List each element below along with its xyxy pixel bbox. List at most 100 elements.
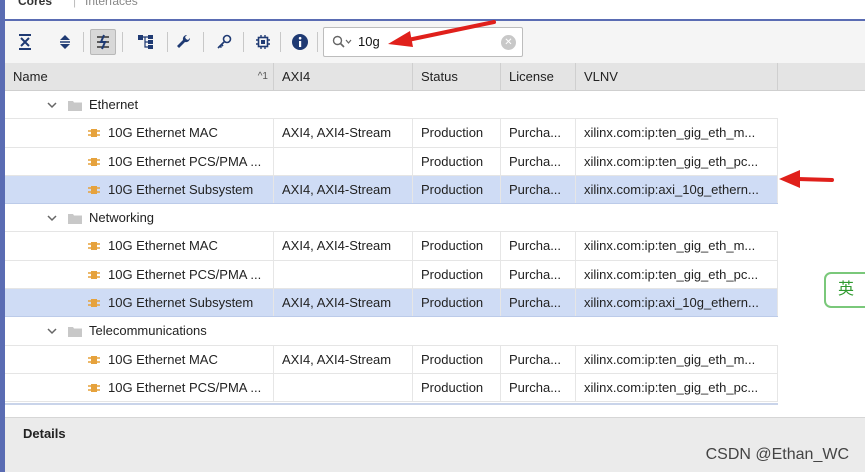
column-header-axi4[interactable]: AXI4	[274, 63, 413, 91]
group-label: Ethernet	[89, 97, 139, 112]
cell-status: Production	[413, 345, 501, 373]
column-header-name[interactable]: Name ^1	[5, 63, 274, 91]
folder-icon	[68, 214, 82, 225]
customize-button[interactable]	[171, 29, 197, 55]
column-label: Name	[13, 69, 48, 84]
cell-vlnv: xilinx.com:ip:axi_10g_ethern...	[576, 289, 778, 317]
hierarchy-icon	[138, 35, 153, 49]
ip-catalog-table: Name ^1 AXI4 Status License VLNV Etherne…	[5, 63, 778, 403]
cell-name: 10G Ethernet Subsystem	[100, 289, 274, 317]
table-row[interactable]: 10G Ethernet MAC AXI4, AXI4-Stream Product…	[5, 119, 778, 148]
cell-license: Purcha...	[501, 289, 576, 317]
cell-license: Purcha...	[501, 260, 576, 289]
search-input[interactable]: 10g	[358, 34, 380, 49]
table-row[interactable]: 10G Ethernet Subsystem AXI4, AXI4-Stream P…	[5, 289, 778, 318]
table-bottom-border	[5, 403, 778, 405]
chevron-down-icon[interactable]	[47, 213, 57, 223]
ip-core-icon	[88, 355, 100, 364]
cell-license: Purcha...	[501, 373, 576, 402]
details-title: Details	[23, 426, 66, 441]
cell-vlnv: xilinx.com:ip:ten_gig_eth_m...	[576, 345, 778, 373]
group-row[interactable]: Networking	[5, 204, 778, 233]
cell-name: 10G Ethernet MAC	[100, 345, 274, 373]
clear-search-icon[interactable]: ✕	[501, 35, 516, 50]
hierarchy-button[interactable]	[133, 29, 159, 55]
ip-core-icon	[88, 270, 100, 279]
table-row[interactable]: 10G Ethernet PCS/PMA ... Production Purcha…	[5, 260, 778, 290]
ip-core-icon	[88, 383, 100, 392]
cell-status: Production	[413, 260, 501, 289]
table-row[interactable]: 10G Ethernet MAC AXI4, AXI4-Stream Product…	[5, 345, 778, 374]
cell-vlnv: xilinx.com:ip:ten_gig_eth_pc...	[576, 260, 778, 289]
table-row[interactable]: 10G Ethernet Subsystem AXI4, AXI4-Stream P…	[5, 175, 778, 205]
folder-icon	[68, 101, 82, 111]
chip-icon	[256, 35, 270, 49]
device-button[interactable]	[250, 29, 276, 55]
cell-name: 10G Ethernet PCS/PMA ...	[100, 147, 274, 175]
key-button[interactable]	[211, 29, 237, 55]
key-icon	[217, 34, 232, 49]
search-field[interactable]: 10g ✕	[323, 27, 523, 57]
collapse-all-icon	[19, 34, 31, 50]
cell-license: Purcha...	[501, 232, 576, 260]
cell-license: Purcha...	[501, 119, 576, 147]
filter-icon	[97, 34, 109, 50]
ime-indicator[interactable]: 英	[824, 272, 865, 308]
cell-name: 10G Ethernet Subsystem	[100, 175, 274, 204]
ip-core-icon	[88, 157, 100, 166]
cell-name: 10G Ethernet PCS/PMA ...	[100, 260, 274, 289]
ip-core-icon	[88, 185, 100, 194]
group-label: Networking	[89, 210, 155, 226]
cell-vlnv: xilinx.com:ip:ten_gig_eth_pc...	[576, 147, 778, 175]
cell-status: Production	[413, 119, 501, 147]
cell-axi4	[274, 373, 413, 402]
column-header-license[interactable]: License	[501, 63, 576, 91]
sort-indicator: ^1	[257, 71, 268, 82]
filter-toggle-button[interactable]	[90, 29, 116, 55]
group-row[interactable]: Ethernet	[5, 91, 778, 120]
ip-core-icon	[88, 242, 100, 251]
cell-vlnv: xilinx.com:ip:ten_gig_eth_m...	[576, 232, 778, 260]
tab-separator: |	[73, 0, 77, 8]
info-button[interactable]	[287, 29, 313, 55]
search-icon	[332, 35, 352, 48]
cell-axi4: AXI4, AXI4-Stream	[274, 232, 413, 260]
cell-status: Production	[413, 373, 501, 402]
column-header-status[interactable]: Status	[413, 63, 501, 91]
folder-icon	[68, 327, 82, 338]
cell-status: Production	[413, 175, 501, 204]
group-row[interactable]: Telecommunications	[5, 317, 778, 346]
cell-license: Purcha...	[501, 147, 576, 175]
cell-axi4	[274, 260, 413, 289]
table-row[interactable]: 10G Ethernet MAC AXI4, AXI4-Stream Product…	[5, 232, 778, 261]
cell-vlnv: xilinx.com:ip:ten_gig_eth_m...	[576, 119, 778, 147]
group-label: Telecommunications	[89, 323, 207, 339]
cell-vlnv: xilinx.com:ip:ten_gig_eth_pc...	[576, 373, 778, 402]
cell-axi4: AXI4, AXI4-Stream	[274, 289, 413, 317]
toolbar: 10g ✕	[5, 21, 865, 63]
wrench-icon	[177, 34, 191, 48]
cell-vlnv: xilinx.com:ip:axi_10g_ethern...	[576, 175, 778, 204]
annotation-arrow-row	[779, 170, 834, 188]
info-icon	[292, 34, 308, 50]
table-header: Name ^1 AXI4 Status License VLNV	[5, 63, 778, 91]
cell-axi4: AXI4, AXI4-Stream	[274, 345, 413, 373]
tab-cores[interactable]: Cores	[18, 0, 52, 8]
cell-name: 10G Ethernet PCS/PMA ...	[100, 373, 274, 402]
table-row[interactable]: 10G Ethernet PCS/PMA ... Production Purcha…	[5, 147, 778, 176]
ip-core-icon	[88, 129, 100, 138]
tab-interfaces[interactable]: Interfaces	[85, 0, 138, 8]
cell-name: 10G Ethernet MAC	[100, 119, 274, 147]
tab-bar: Cores | Interfaces	[5, 0, 865, 18]
expand-all-icon	[60, 35, 70, 49]
table-row[interactable]: 10G Ethernet PCS/PMA ... Production Purcha…	[5, 373, 778, 403]
table-body: Ethernet 10G Ethernet MAC AXI4, AXI4-Strea…	[5, 91, 778, 403]
collapse-all-button[interactable]	[12, 29, 38, 55]
column-header-vlnv[interactable]: VLNV	[576, 63, 778, 91]
cell-axi4: AXI4, AXI4-Stream	[274, 175, 413, 204]
chevron-down-icon[interactable]	[47, 100, 57, 110]
chevron-down-icon[interactable]	[47, 326, 57, 336]
watermark: CSDN @Ethan_WC	[705, 446, 849, 463]
expand-all-button[interactable]	[52, 29, 78, 55]
cell-name: 10G Ethernet MAC	[100, 232, 274, 260]
